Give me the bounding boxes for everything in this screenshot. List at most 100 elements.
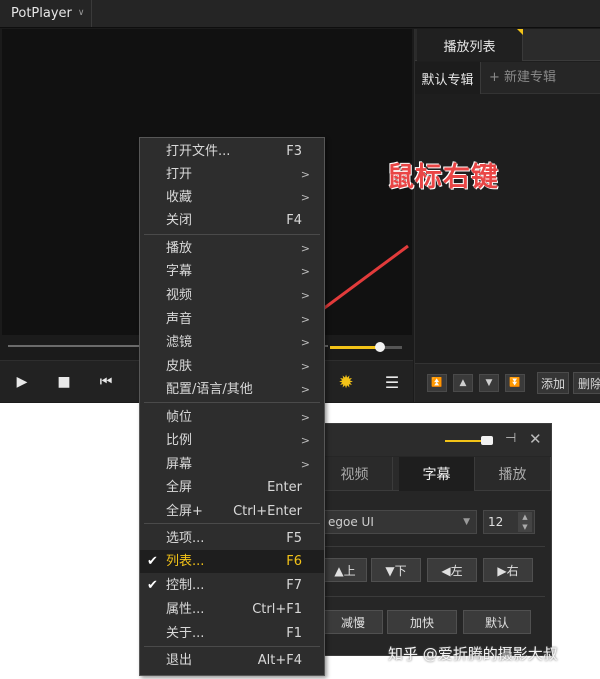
- menu-item-shortcut: F7: [286, 578, 302, 593]
- menu-item-shortcut: Alt+F4: [257, 653, 302, 668]
- app-title: PotPlayer: [11, 6, 72, 21]
- pin-icon[interactable]: ⊣: [505, 431, 516, 446]
- menu-item[interactable]: ✔ 列表... F6: [140, 550, 324, 573]
- faster-button[interactable]: 加快: [387, 610, 457, 634]
- menu-separator: [144, 234, 320, 235]
- menu-item-shortcut: F6: [286, 554, 302, 569]
- menu-item[interactable]: 配置/语言/其他 >: [140, 378, 324, 401]
- menu-item[interactable]: 打开 >: [140, 163, 324, 186]
- submenu-arrow-icon: >: [300, 191, 310, 204]
- album-tabs: 默认专辑 + 新建专辑: [415, 62, 600, 94]
- menu-item[interactable]: 关闭 F4: [140, 209, 324, 232]
- menu-item-label: 打开: [166, 167, 193, 182]
- menu-item-shortcut: F1: [286, 626, 302, 641]
- menu-item-label: 帧位: [166, 410, 193, 425]
- font-select[interactable]: egoe UI ▼: [323, 510, 477, 534]
- font-size-stepper[interactable]: 12 ▲ ▼: [483, 510, 535, 534]
- new-album-button[interactable]: + 新建专辑: [489, 62, 556, 94]
- settings-gear-icon[interactable]: ✹: [334, 370, 358, 394]
- move-top-icon[interactable]: ⏫: [427, 374, 447, 392]
- menu-item[interactable]: 选项... F5: [140, 527, 324, 550]
- menu-icon[interactable]: ☰: [380, 370, 404, 394]
- tab-subtitle[interactable]: 字幕: [399, 457, 475, 491]
- menu-item[interactable]: 比例 >: [140, 429, 324, 452]
- playlist-tabbar: 播放列表: [415, 29, 600, 61]
- stop-icon[interactable]: ■: [52, 370, 76, 394]
- menu-item[interactable]: 全屏+ Ctrl+Enter: [140, 500, 324, 523]
- tab-corner-marker: [517, 29, 523, 35]
- menu-item-label: 收藏: [166, 190, 193, 205]
- menu-item[interactable]: 声音 >: [140, 308, 324, 331]
- menu-item[interactable]: 帧位 >: [140, 406, 324, 429]
- move-right-button[interactable]: ▶右: [483, 558, 533, 582]
- move-up-icon[interactable]: ▲: [453, 374, 473, 392]
- menu-item[interactable]: 关于... F1: [140, 622, 324, 645]
- menu-separator: [144, 402, 320, 403]
- menu-item-label: 全屏: [166, 480, 193, 495]
- app-menu-button[interactable]: PotPlayer ∨: [0, 0, 92, 27]
- menu-item[interactable]: 播放 >: [140, 237, 324, 260]
- menu-item-label: 属性...: [166, 602, 205, 617]
- submenu-arrow-icon: >: [300, 360, 310, 373]
- volume-knob[interactable]: [375, 342, 386, 352]
- menu-separator: [144, 523, 320, 524]
- menu-item[interactable]: 打开文件... F3: [140, 140, 324, 163]
- move-left-button[interactable]: ◀左: [427, 558, 477, 582]
- play-icon[interactable]: ▶: [10, 370, 34, 394]
- menu-item[interactable]: 收藏 >: [140, 186, 324, 209]
- add-button[interactable]: 添加: [537, 372, 569, 394]
- previous-icon[interactable]: ⏮: [94, 370, 118, 394]
- volume-slider[interactable]: [330, 342, 402, 352]
- menu-item-shortcut: Ctrl+Enter: [233, 504, 302, 519]
- menu-item-label: 播放: [166, 241, 193, 256]
- menu-item[interactable]: 滤镜 >: [140, 331, 324, 354]
- watermark: 知乎 @爱折腾的摄影大叔: [388, 645, 558, 663]
- menu-item-shortcut: F3: [286, 144, 302, 159]
- submenu-arrow-icon: >: [300, 265, 310, 278]
- playlist-toolbar: ⏫ ▲ ▼ ⏬ 添加 删除: [415, 363, 600, 402]
- submenu-arrow-icon: >: [300, 411, 310, 424]
- font-size-value: 12: [488, 515, 504, 529]
- menu-item-label: 声音: [166, 312, 193, 327]
- divider: [323, 546, 545, 547]
- move-bottom-icon[interactable]: ⏬: [505, 374, 525, 392]
- menu-item[interactable]: 视频 >: [140, 284, 324, 307]
- menu-item-label: 列表...: [166, 554, 205, 569]
- move-down-icon[interactable]: ▼: [479, 374, 499, 392]
- menu-item-label: 全屏+: [166, 504, 203, 519]
- submenu-arrow-icon: >: [300, 458, 310, 471]
- delete-button[interactable]: 删除: [573, 372, 600, 394]
- menu-item-label: 配置/语言/其他: [166, 382, 253, 397]
- context-menu: 打开文件... F3 打开 > 收藏 > 关闭 F4 播放 > 字幕 > 视频 > 声音 > 滤镜 > 皮肤 > 配置/…: [139, 137, 325, 676]
- menu-item-label: 字幕: [166, 264, 193, 279]
- menu-item[interactable]: 皮肤 >: [140, 355, 324, 378]
- menu-item[interactable]: ✔ 控制... F7: [140, 574, 324, 597]
- control-window-titlebar: ⊣ ✕: [317, 424, 551, 456]
- menu-item[interactable]: 字幕 >: [140, 260, 324, 283]
- menu-item-label: 屏幕: [166, 457, 193, 472]
- volume-fill: [330, 346, 381, 349]
- menu-item[interactable]: 退出 Alt+F4: [140, 649, 324, 672]
- menu-item[interactable]: 全屏 Enter: [140, 476, 324, 499]
- menu-item-shortcut: Ctrl+F1: [252, 602, 302, 617]
- submenu-arrow-icon: >: [300, 289, 310, 302]
- checkmark-icon: ✔: [147, 578, 158, 593]
- tab-playlist[interactable]: 播放列表: [417, 29, 523, 61]
- default-speed-button[interactable]: 默认: [463, 610, 531, 634]
- menu-item[interactable]: 属性... Ctrl+F1: [140, 598, 324, 621]
- opacity-knob[interactable]: [481, 436, 493, 445]
- submenu-arrow-icon: >: [300, 242, 310, 255]
- slower-button[interactable]: 减慢: [323, 610, 383, 634]
- close-icon[interactable]: ✕: [529, 430, 542, 448]
- submenu-arrow-icon: >: [300, 168, 310, 181]
- tab-default-album[interactable]: 默认专辑: [415, 62, 481, 94]
- tab-video[interactable]: 视频: [317, 457, 393, 491]
- submenu-arrow-icon: >: [300, 434, 310, 447]
- move-up-button[interactable]: ▲上: [323, 558, 367, 582]
- menu-item[interactable]: 屏幕 >: [140, 453, 324, 476]
- move-down-button[interactable]: ▼下: [371, 558, 421, 582]
- spinner-icon[interactable]: ▲ ▼: [518, 512, 532, 532]
- menu-item-label: 关于...: [166, 626, 205, 641]
- menu-item-label: 打开文件...: [166, 144, 231, 159]
- tab-playback[interactable]: 播放: [475, 457, 551, 491]
